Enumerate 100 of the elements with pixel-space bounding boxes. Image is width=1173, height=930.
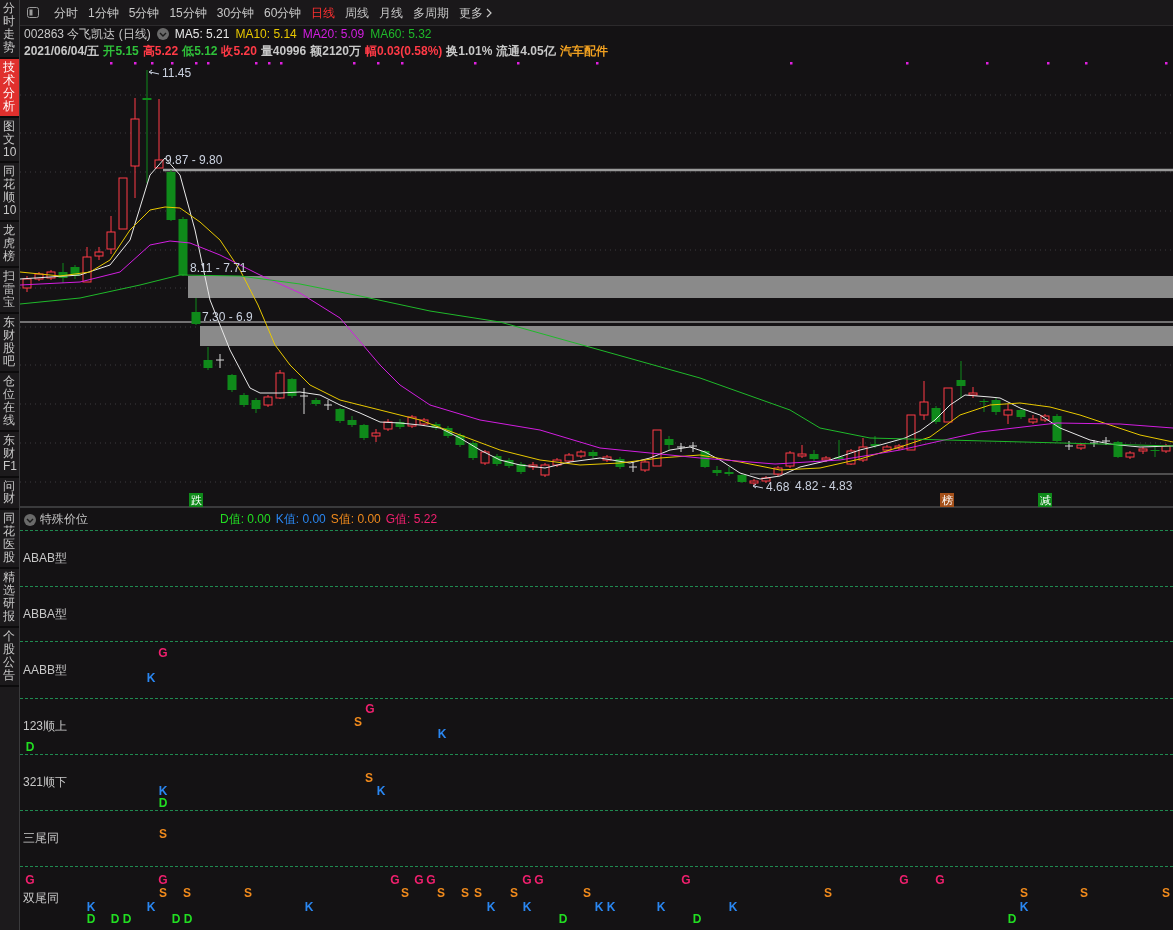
event-marker: 跌 [189,493,203,507]
candlestick [347,415,357,428]
sidebar-tab[interactable]: 精选研报 [0,569,19,629]
period-tab[interactable]: 1分钟 [83,0,124,25]
period-tab[interactable]: 分时 [49,0,83,25]
row-label: 三尾同 [23,830,59,848]
signal-letter: D [692,912,702,926]
candlestick [371,428,381,443]
candlestick [528,461,538,471]
period-tab[interactable]: 月线 [374,0,409,25]
signal-letter: S [510,886,518,900]
sidebar-tab[interactable]: 图文10 [0,117,19,164]
candlestick [311,397,321,407]
candlestick [22,275,32,293]
candlestick [894,443,904,451]
candlestick [882,444,892,453]
price-label: 9.87 - 9.80 [165,153,223,167]
signal-letter: G [899,873,909,887]
candlestick [70,264,80,280]
signal-letter: S [354,715,362,729]
candlestick [1016,407,1026,420]
quote-stat: 幅0.03(0.58%) [364,43,443,60]
signal-letter: S [461,886,469,900]
dropdown-icon[interactable] [156,28,169,40]
period-tab[interactable]: 多周期 [408,0,455,25]
dropdown-icon[interactable] [24,513,36,526]
candlestick [737,473,747,484]
sidebar-tab[interactable]: 个股公告 [0,628,19,687]
sidebar-tab[interactable]: 问财 [0,477,19,511]
more-button[interactable]: 更多 [454,0,498,25]
period-tab[interactable]: 15分钟 [164,0,212,25]
price-label: 11.45 [162,66,192,80]
quote-stat: 量40996 [260,43,307,60]
candlestick [797,444,807,459]
candlestick [323,399,333,411]
signal-letter: S [1080,886,1088,900]
candlestick [785,450,795,469]
row-label: ABBA型 [23,606,67,623]
panel-title: 特殊价位 [40,510,88,528]
candlestick [749,478,759,487]
signal-letter: D [1007,912,1017,926]
panel-toggle-icon[interactable] [27,7,39,18]
signal-letter: D [558,912,568,926]
signal-letter: S [244,886,252,900]
sidebar-tab[interactable]: 龙虎榜 [0,222,19,269]
sidebar-tab[interactable]: 东财F1 [0,431,19,478]
signal-letter: K [656,900,666,914]
candlestick [700,449,710,469]
sidebar-tab[interactable]: 分时走势 [0,0,19,59]
candlestick [203,346,213,371]
quote-stat: 开5.15 [103,43,139,60]
candlestick [166,169,176,222]
candlestick [821,455,831,463]
candlestick [968,386,978,399]
candlestick [1052,413,1062,443]
arrow-icon [752,483,764,491]
candlestick [431,421,441,431]
period-tab[interactable]: 5分钟 [123,0,165,25]
signal-letter: K [158,784,168,798]
moving-average-value: MA20: 5.09 [302,26,365,43]
candlestick [588,449,598,459]
indicator-value: D值: 0.00 [220,510,271,528]
row-label: 双尾同 [23,889,59,907]
signal-letter: D [183,912,193,926]
candlestick [576,449,586,459]
period-tab[interactable]: 日线 [306,0,341,25]
signal-letter: K [146,900,156,914]
candlestick [154,98,164,169]
sidebar-tab[interactable]: 同花医股 [0,510,19,570]
candlestick [906,414,916,451]
candlestick [335,407,345,424]
signal-letter: K [146,671,156,685]
candlestick [106,215,116,255]
signal-letter: S [437,886,445,900]
sidebar-tab[interactable]: 东财股吧 [0,314,19,373]
price-label: 7.30 - 6.9 [202,310,253,324]
signal-letter: G [522,873,532,887]
signal-letter: K [594,900,604,914]
quote-stat: 2021/06/04/五 [24,43,100,60]
quote-stat: 流通4.05亿 [496,43,556,60]
signal-letter: D [171,912,181,926]
signal-letter: G [414,873,424,887]
chevron-icon[interactable] [486,7,493,18]
signal-letter: K [86,900,96,914]
sidebar-tab[interactable]: 技术分析 [0,58,19,118]
sidebar-tab[interactable]: 扫雷宝 [0,268,19,314]
candlestick [858,437,868,463]
signal-letter: G [158,646,168,660]
candlestick [1161,443,1171,454]
period-tab[interactable]: 30分钟 [211,0,260,25]
moving-average-value: MA10: 5.14 [235,26,297,43]
signal-letter: D [110,912,120,926]
signal-letter: D [86,912,96,926]
period-tab[interactable]: 周线 [340,0,375,25]
sidebar-tab[interactable]: 同花顺10 [0,163,19,223]
price-label: 8.11 - 7.71 [190,261,247,275]
period-tab[interactable]: 60分钟 [259,0,307,25]
sidebar-tab[interactable]: 仓位在线 [0,372,19,432]
candlestick [1125,450,1135,460]
candlestick [468,440,478,461]
